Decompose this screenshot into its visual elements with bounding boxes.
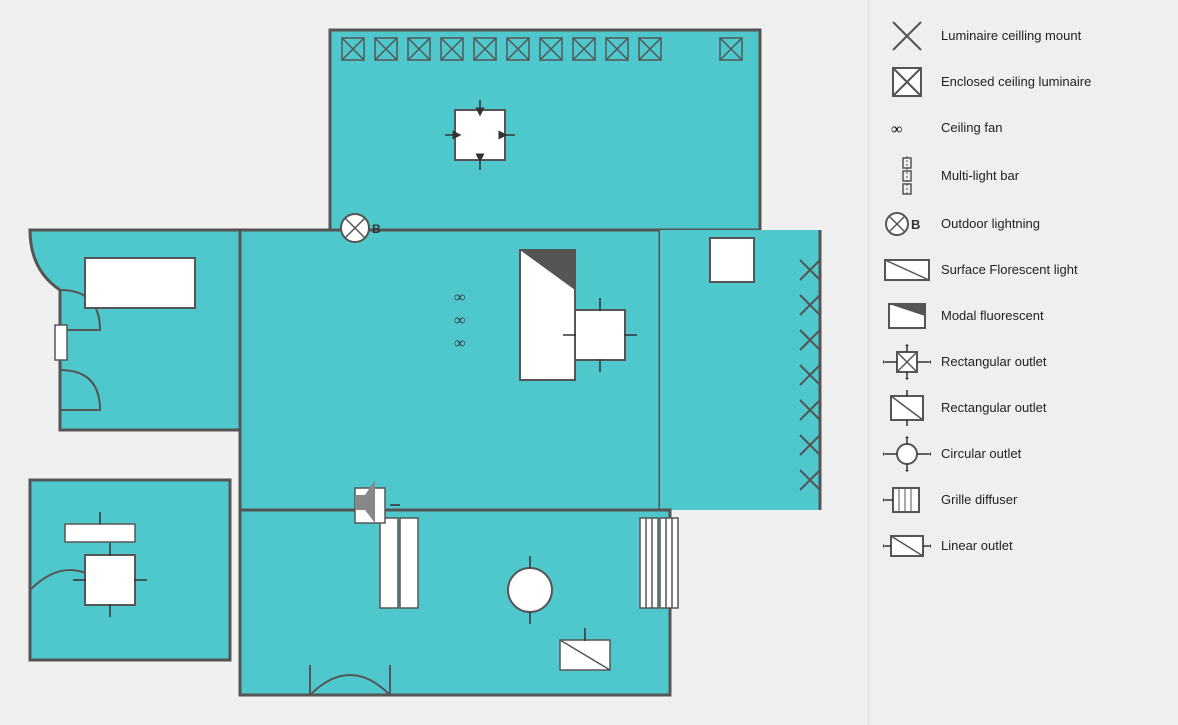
multi-light-icon	[883, 156, 931, 196]
multi-light-label: Multi-light bar	[941, 168, 1019, 185]
legend-item-outdoor-lightning: B Outdoor lightning	[883, 206, 1164, 242]
svg-text:B: B	[911, 217, 920, 232]
rect-outlet-arrows-icon	[883, 344, 931, 380]
legend-item-rect-outlet: Rectangular outlet	[883, 390, 1164, 426]
svg-text:∞: ∞	[454, 335, 465, 352]
modal-fluorescent-icon	[883, 302, 931, 330]
svg-text:B: B	[372, 222, 381, 236]
svg-text:∞: ∞	[891, 121, 902, 138]
surface-fluorescent-label: Surface Florescent light	[941, 262, 1078, 279]
legend-item-linear-outlet: Linear outlet	[883, 528, 1164, 564]
luminaire-ceiling-mount-label: Luminaire ceilling mount	[941, 28, 1081, 45]
luminaire-ceiling-mount-icon	[883, 18, 931, 54]
ceiling-fan-icon: ∞	[883, 118, 931, 138]
legend-item-luminaire-ceiling-mount: Luminaire ceilling mount	[883, 18, 1164, 54]
rect-outlet-label: Rectangular outlet	[941, 400, 1047, 417]
enclosed-ceiling-label: Enclosed ceiling luminaire	[941, 74, 1091, 91]
legend-item-ceiling-fan: ∞ Ceiling fan	[883, 110, 1164, 146]
circular-outlet-label: Circular outlet	[941, 446, 1021, 463]
svg-text:∞: ∞	[454, 289, 465, 306]
linear-outlet-icon	[883, 528, 931, 564]
surface-fluorescent-icon	[883, 256, 931, 284]
grille-diffuser-icon	[883, 482, 931, 518]
floor-plan: B ∞ ∞ ∞	[0, 0, 868, 725]
ceiling-fan-label: Ceiling fan	[941, 120, 1002, 137]
legend-item-grille-diffuser: Grille diffuser	[883, 482, 1164, 518]
legend-item-modal-fluorescent: Modal fluorescent	[883, 298, 1164, 334]
legend-item-multi-light: Multi-light bar	[883, 156, 1164, 196]
legend-item-circular-outlet: Circular outlet	[883, 436, 1164, 472]
grille-diffuser-label: Grille diffuser	[941, 492, 1017, 509]
rect-outlet-arrows-label: Rectangular outlet	[941, 354, 1047, 371]
circular-outlet-icon	[883, 436, 931, 472]
legend-item-rect-outlet-arrows: Rectangular outlet	[883, 344, 1164, 380]
outdoor-lightning-label: Outdoor lightning	[941, 216, 1040, 233]
modal-fluorescent-label: Modal fluorescent	[941, 308, 1044, 325]
legend-item-surface-fluorescent: Surface Florescent light	[883, 252, 1164, 288]
rect-outlet-icon	[883, 390, 931, 426]
legend-item-enclosed-ceiling: Enclosed ceiling luminaire	[883, 64, 1164, 100]
enclosed-ceiling-icon	[883, 64, 931, 100]
linear-outlet-label: Linear outlet	[941, 538, 1013, 555]
svg-text:∞: ∞	[454, 312, 465, 329]
legend-panel: Luminaire ceilling mount Enclosed ceilin…	[868, 0, 1178, 725]
outdoor-lightning-icon: B	[883, 210, 931, 238]
